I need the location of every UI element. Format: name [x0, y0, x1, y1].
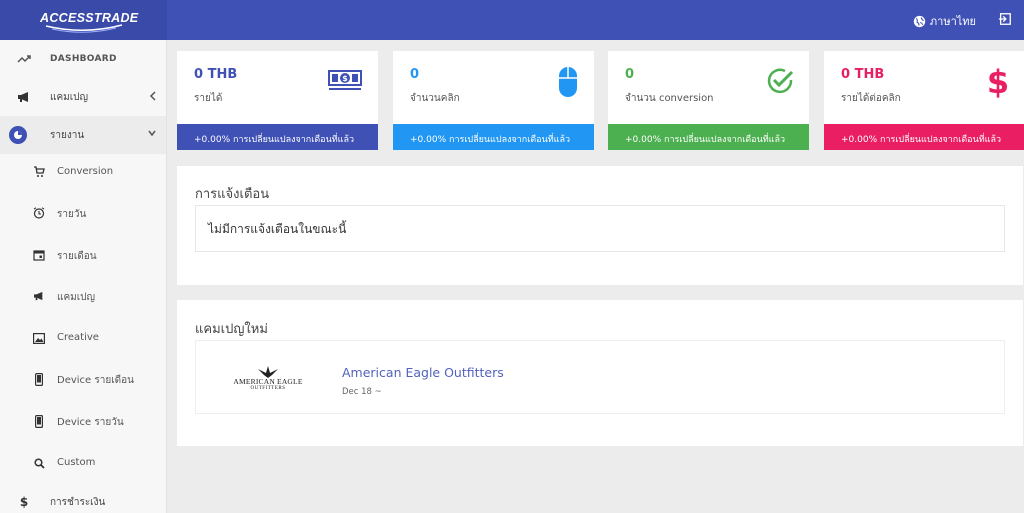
- campaign-date: Dec 18 ~: [342, 387, 382, 397]
- sidebar: DASHBOARD แคมเปญ รายงาน Conversion รายวั…: [0, 40, 167, 513]
- clock-icon: [32, 206, 46, 220]
- money-icon: $: [328, 70, 362, 90]
- stat-footer: +0.00% การเปลี่ยนแปลงจากเดือนที่แล้ว: [608, 124, 809, 150]
- image-icon: [32, 331, 46, 345]
- stat-footer: +0.00% การเปลี่ยนแปลงจากเดือนที่แล้ว: [824, 124, 1024, 150]
- megaphone-icon: [16, 89, 32, 105]
- logout-icon[interactable]: [998, 12, 1012, 26]
- stat-value: 0: [410, 67, 420, 82]
- campaign-logo-text: AMERICAN EAGLE: [233, 377, 303, 386]
- notifications-box: ไม่มีการแจ้งเตือนในขณะนี้: [195, 205, 1005, 252]
- chevron-left-icon[interactable]: [149, 90, 157, 102]
- campaign-logo-subtext: OUTFITTERS: [250, 386, 286, 391]
- stat-card-clicks: 0 จำนวนคลิก +0.00% การเปลี่ยนแปลงจากเดือ…: [393, 51, 594, 150]
- phone-icon: [32, 372, 46, 386]
- stat-caption: รายได้ต่อคลิก: [841, 93, 901, 104]
- calendar-icon: [32, 248, 46, 262]
- stat-caption: จำนวนคลิก: [410, 93, 460, 104]
- globe-icon: [913, 15, 926, 27]
- language-switcher[interactable]: ภาษาไทย: [913, 12, 976, 30]
- stat-card-revenue: 0 THB รายได้ $ +0.00% การเปลี่ยนแปลงจากเ…: [177, 51, 378, 150]
- phone-icon: [32, 414, 46, 428]
- sidebar-subitem-device-daily[interactable]: Device รายวัน: [0, 407, 166, 437]
- trending-up-icon: [16, 51, 32, 67]
- language-label: ภาษาไทย: [929, 15, 976, 28]
- sidebar-item-campaign[interactable]: แคมเปญ: [0, 78, 166, 116]
- notifications-title: การแจ้งเตือน: [195, 187, 270, 202]
- stat-value: 0 THB: [841, 67, 885, 82]
- stat-value: 0 THB: [194, 67, 238, 82]
- svg-text:$: $: [987, 64, 1009, 98]
- campaign-logo[interactable]: AMERICAN EAGLE OUTFITTERS: [222, 365, 314, 395]
- sidebar-subitem-custom[interactable]: Custom: [0, 449, 166, 479]
- campaign-name[interactable]: American Eagle Outfitters: [342, 365, 504, 380]
- megaphone-icon: [32, 289, 46, 303]
- stat-card-conversions: 0 จำนวน conversion +0.00% การเปลี่ยนแปลง…: [608, 51, 809, 150]
- sidebar-subitem-daily[interactable]: รายวัน: [0, 199, 166, 229]
- check-circle-icon: [767, 68, 794, 94]
- sidebar-subitem-campaign[interactable]: แคมเปญ: [0, 282, 166, 312]
- stat-footer: +0.00% การเปลี่ยนแปลงจากเดือนที่แล้ว: [393, 124, 594, 150]
- search-icon: [32, 456, 46, 470]
- new-campaigns-title: แคมเปญใหม่: [195, 322, 268, 337]
- sidebar-item-report[interactable]: รายงาน: [0, 116, 166, 154]
- stat-footer: +0.00% การเปลี่ยนแปลงจากเดือนที่แล้ว: [177, 124, 378, 150]
- stat-caption: จำนวน conversion: [625, 93, 714, 104]
- sidebar-subitem-conversion[interactable]: Conversion: [0, 158, 166, 188]
- campaign-item[interactable]: AMERICAN EAGLE OUTFITTERS American Eagle…: [195, 340, 1005, 414]
- chevron-down-icon[interactable]: [147, 128, 157, 138]
- new-campaigns-panel: แคมเปญใหม่ AMERICAN EAGLE OUTFITTERS Ame…: [177, 300, 1023, 446]
- logo[interactable]: ACCESSTRADE: [0, 0, 167, 40]
- notifications-panel: การแจ้งเตือน ไม่มีการแจ้งเตือนในขณะนี้: [177, 166, 1023, 285]
- dollar-icon: $: [19, 495, 29, 509]
- stat-card-revenue-per-click: 0 THB รายได้ต่อคลิก $ +0.00% การเปลี่ยนแ…: [824, 51, 1024, 150]
- sidebar-subitem-monthly[interactable]: รายเดือน: [0, 241, 166, 271]
- mouse-icon: [559, 67, 577, 97]
- svg-text:$: $: [342, 74, 348, 83]
- stat-caption: รายได้: [194, 93, 223, 104]
- sidebar-subitem-creative[interactable]: Creative: [0, 324, 166, 354]
- sidebar-item-payment[interactable]: $ การชำระเงิน: [0, 483, 166, 513]
- pie-chart-icon: [9, 126, 27, 144]
- top-bar: ACCESSTRADE ภาษาไทย: [0, 0, 1024, 40]
- sidebar-item-dashboard[interactable]: DASHBOARD: [0, 40, 166, 78]
- dollar-icon: $: [987, 64, 1009, 98]
- stat-value: 0: [625, 67, 635, 82]
- notifications-empty-text: ไม่มีการแจ้งเตือนในขณะนี้: [208, 222, 347, 236]
- sidebar-subitem-device-monthly[interactable]: Device รายเดือน: [0, 365, 166, 395]
- cart-icon: [32, 165, 46, 179]
- logo-swoosh-icon: [45, 24, 123, 33]
